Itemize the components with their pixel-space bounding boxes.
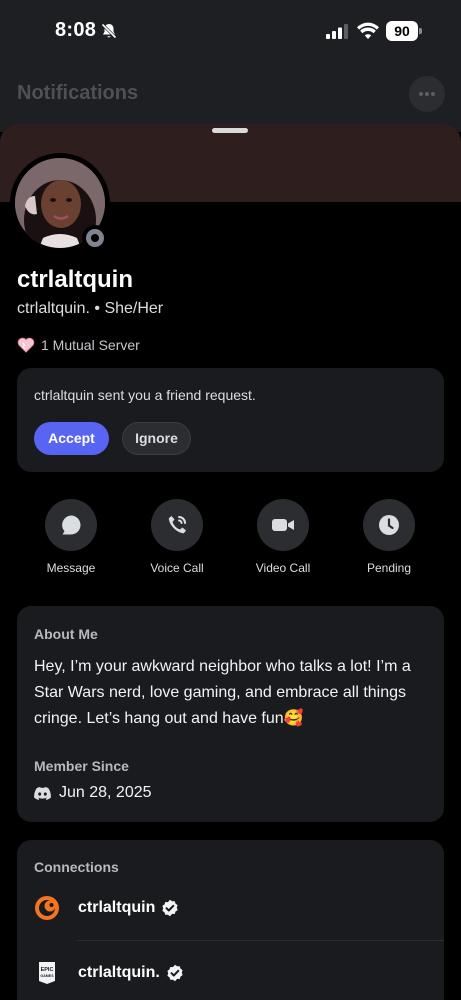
- video-call-button[interactable]: Video Call: [238, 499, 328, 575]
- bell-off-icon: [101, 23, 117, 39]
- pending-button[interactable]: Pending: [344, 499, 434, 575]
- signal-icon: [326, 24, 348, 39]
- svg-text:GAMES: GAMES: [40, 974, 54, 978]
- status-time: 8:08: [55, 19, 97, 41]
- sheet-grab-handle[interactable]: [212, 128, 248, 133]
- mutual-servers-label: 1 Mutual Server: [41, 337, 140, 353]
- clock-icon: [379, 515, 399, 535]
- username-line: ctrlaltquin. • She/Her: [17, 300, 163, 318]
- pronouns: She/Her: [104, 300, 164, 317]
- battery-level: 90: [386, 21, 418, 41]
- member-since-row: Jun 28, 2025: [34, 784, 152, 802]
- member-since-date: Jun 28, 2025: [59, 784, 152, 801]
- display-name: ctrlaltquin: [17, 266, 134, 293]
- accept-button[interactable]: Accept: [34, 422, 109, 455]
- offline-status-icon: [86, 229, 104, 247]
- separator-dot: •: [94, 300, 100, 317]
- avatar-ring: [10, 153, 110, 253]
- pending-button-circle[interactable]: [363, 499, 415, 551]
- message-icon: [62, 515, 81, 535]
- message-button-circle[interactable]: [45, 499, 97, 551]
- connections-title: Connections: [34, 859, 119, 875]
- video-call-icon: [272, 519, 294, 531]
- connection-item-crunchyroll[interactable]: ctrlaltquin: [34, 876, 444, 940]
- battery-tip: [419, 28, 422, 34]
- bio-text: Hey, I’m your awkward neighbor who talks…: [34, 658, 411, 727]
- epic-games-icon: EPIC GAMES: [39, 962, 55, 984]
- video-call-label: Video Call: [255, 561, 311, 575]
- wifi-icon: [357, 22, 379, 39]
- more-dot: [419, 92, 423, 96]
- ignore-button[interactable]: Ignore: [122, 422, 191, 455]
- battery-indicator: 90: [386, 21, 422, 41]
- profile-sheet: ctrlaltquin ctrlaltquin. • She/Her 1 Mut…: [0, 124, 461, 1000]
- connection-name: ctrlaltquin: [78, 899, 156, 916]
- member-since-title: Member Since: [34, 758, 129, 774]
- username: ctrlaltquin.: [17, 300, 90, 317]
- voice-call-button-circle[interactable]: [151, 499, 203, 551]
- more-dot: [425, 92, 429, 96]
- status-bar: 8:08 90: [0, 0, 461, 62]
- friend-request-text: ctrlaltquin sent you a friend request.: [34, 387, 256, 403]
- about-me-title: About Me: [34, 626, 98, 642]
- voice-call-button[interactable]: Voice Call: [132, 499, 222, 575]
- discord-icon: [34, 786, 51, 800]
- mutual-servers[interactable]: 1 Mutual Server: [17, 337, 140, 353]
- more-options-button[interactable]: [409, 76, 445, 112]
- background-title: Notifications: [17, 82, 139, 104]
- svg-text:EPIC: EPIC: [41, 967, 54, 973]
- pending-label: Pending: [366, 561, 412, 575]
- background-header: Notifications: [0, 62, 461, 132]
- about-me-card: About Me Hey, I’m your awkward neighbor …: [17, 606, 444, 822]
- voice-call-icon: [168, 516, 186, 534]
- voice-call-label: Voice Call: [150, 561, 204, 575]
- heart-icon: [17, 337, 35, 353]
- video-call-button-circle[interactable]: [257, 499, 309, 551]
- crunchyroll-icon: [35, 896, 59, 920]
- friend-request-card: ctrlaltquin sent you a friend request. A…: [17, 368, 444, 472]
- presence-status: [82, 225, 108, 251]
- more-dot: [431, 92, 435, 96]
- verified-icon: [162, 899, 178, 917]
- connection-name: ctrlaltquin.: [78, 964, 160, 981]
- verified-icon: [167, 964, 183, 982]
- connections-card: Connections ctrlaltquin EPIC GAMES ctrla…: [17, 840, 444, 1000]
- message-label: Message: [46, 561, 96, 575]
- connection-item-epic-games[interactable]: EPIC GAMES ctrlaltquin.: [34, 941, 444, 1000]
- message-button[interactable]: Message: [26, 499, 116, 575]
